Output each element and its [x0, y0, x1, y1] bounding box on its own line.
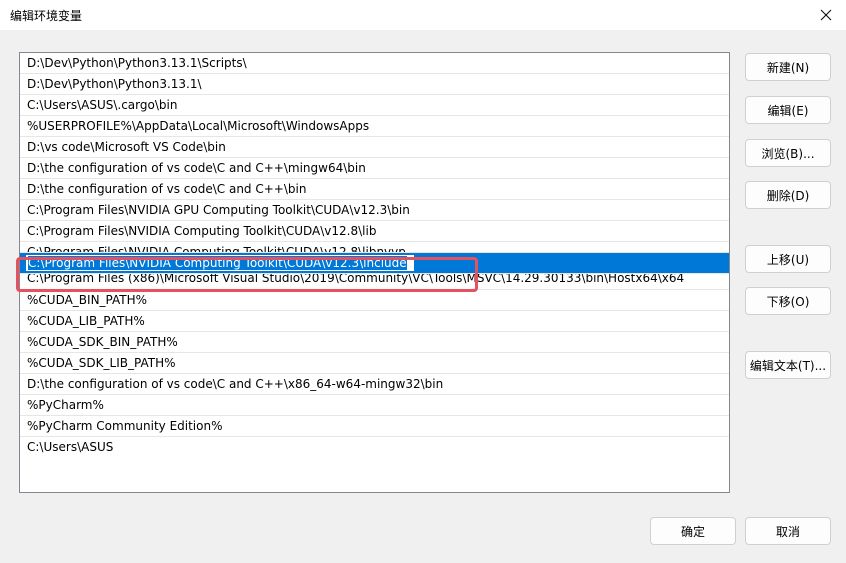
list-item[interactable]: C:\Program Files\NVIDIA Computing Toolki… — [20, 221, 729, 242]
list-item[interactable]: %PyCharm% — [20, 395, 729, 416]
close-button[interactable] — [806, 0, 846, 30]
delete-button[interactable]: 删除(D) — [745, 181, 831, 209]
list-item[interactable]: D:\Dev\Python\Python3.13.1\Scripts\ — [20, 53, 729, 74]
list-item[interactable]: C:\Program Files\NVIDIA Computing Toolki… — [20, 242, 729, 253]
edit-button[interactable]: 编辑(E) — [745, 96, 831, 124]
list-item[interactable]: C:\Program Files (x86)\Microsoft Visual … — [20, 274, 729, 290]
new-button[interactable]: 新建(N) — [745, 53, 831, 81]
list-item[interactable]: %CUDA_BIN_PATH% — [20, 290, 729, 311]
list-item[interactable]: %CUDA_SDK_LIB_PATH% — [20, 353, 729, 374]
list-item[interactable]: D:\the configuration of vs code\C and C+… — [20, 158, 729, 179]
list-item[interactable]: C:\Users\ASUS — [20, 437, 729, 458]
move-up-button[interactable]: 上移(U) — [745, 245, 831, 273]
ok-button[interactable]: 确定 — [650, 517, 736, 545]
list-item[interactable]: D:\vs code\Microsoft VS Code\bin — [20, 137, 729, 158]
path-edit-input[interactable]: C:\Program Files\NVIDIA Computing Toolki… — [25, 254, 415, 272]
list-item-selected[interactable]: C:\Program Files\NVIDIA Computing Toolki… — [20, 253, 729, 274]
dialog-title: 编辑环境变量 — [10, 9, 83, 23]
list-item[interactable]: D:\the configuration of vs code\C and C+… — [20, 179, 729, 200]
list-item[interactable]: D:\the configuration of vs code\C and C+… — [20, 374, 729, 395]
list-item[interactable]: D:\Dev\Python\Python3.13.1\ — [20, 74, 729, 95]
cancel-button[interactable]: 取消 — [745, 517, 831, 545]
move-down-button[interactable]: 下移(O) — [745, 287, 831, 315]
title-bar: 编辑环境变量 — [0, 0, 846, 30]
path-list[interactable]: D:\Dev\Python\Python3.13.1\Scripts\ D:\D… — [19, 52, 730, 493]
list-item[interactable]: %USERPROFILE%\AppData\Local\Microsoft\Wi… — [20, 116, 729, 137]
list-item[interactable]: %CUDA_SDK_BIN_PATH% — [20, 332, 729, 353]
browse-button[interactable]: 浏览(B)... — [745, 139, 831, 167]
close-icon — [820, 9, 832, 21]
edit-env-var-dialog: 编辑环境变量 D:\Dev\Python\Python3.13.1\Script… — [0, 0, 846, 563]
list-item[interactable]: C:\Program Files\NVIDIA GPU Computing To… — [20, 200, 729, 221]
list-item[interactable]: %PyCharm Community Edition% — [20, 416, 729, 437]
list-item[interactable]: C:\Users\ASUS\.cargo\bin — [20, 95, 729, 116]
list-item[interactable]: %CUDA_LIB_PATH% — [20, 311, 729, 332]
edit-text-button[interactable]: 编辑文本(T)... — [745, 351, 831, 379]
